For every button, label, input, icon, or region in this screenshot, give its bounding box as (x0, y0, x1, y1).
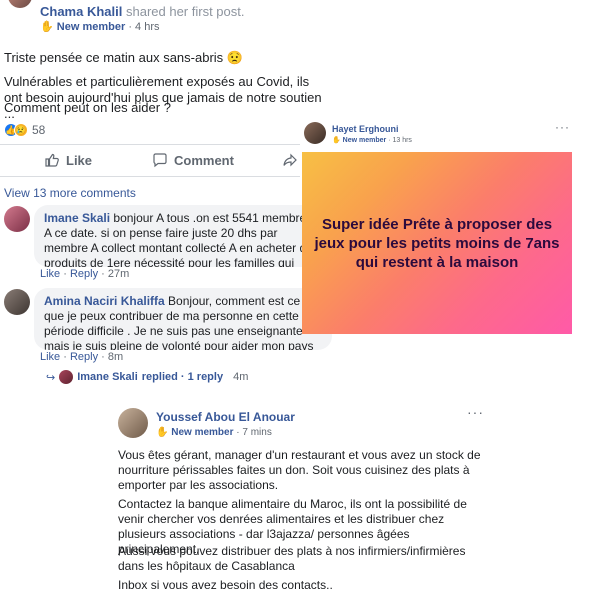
comment-bubble: Imane Skali bonjour A tous .on est 5541 … (34, 205, 332, 267)
timestamp[interactable]: · 13 hrs (388, 137, 412, 144)
reactions-summary[interactable]: 👍 😢 58 (4, 122, 45, 138)
post-paragraph-1: Vous êtes gérant, manager d'un restauran… (118, 448, 481, 492)
post-paragraph-4: Inbox si vous avez besoin des contacts.. (118, 578, 333, 592)
divider (0, 176, 300, 177)
post-text-line-3: Comment peut on les aider ? (4, 100, 171, 115)
reply-arrow-icon: ↪ (46, 371, 56, 384)
post-paragraph-3: Aussi vous pouvez distribuer des plats à… (118, 544, 466, 573)
like-button[interactable]: Like (44, 152, 92, 168)
avatar (59, 370, 74, 384)
divider (0, 144, 300, 145)
wave-icon: ✋ (40, 21, 54, 33)
wave-icon: ✋ (332, 137, 341, 144)
sad-reaction-icon: 😢 (14, 123, 28, 137)
author-name[interactable]: Chama Khalil (40, 4, 122, 19)
timestamp[interactable]: · 4 hrs (128, 21, 159, 33)
share-icon (283, 153, 297, 167)
background-post: Super idée Prête à proposer des jeux pou… (302, 152, 572, 334)
wave-icon: ✋ (156, 427, 169, 438)
share-button[interactable] (282, 152, 298, 168)
post-action-text: shared her first post. (125, 4, 245, 19)
post-text-line-1: Triste pensée ce matin aux sans-abris 😟 (4, 50, 243, 65)
comment-button[interactable]: Comment (152, 152, 234, 168)
reply-time: 4m (233, 371, 249, 383)
author-name[interactable]: Youssef Abou El Anouar (156, 410, 295, 424)
avatar[interactable] (304, 122, 326, 144)
comment-like-link[interactable]: Like (40, 268, 60, 280)
comment-reply-link[interactable]: Reply (70, 351, 98, 363)
reply-author-name[interactable]: Imane Skali (77, 371, 138, 383)
reply-count-link[interactable]: replied · 1 reply (142, 371, 223, 383)
timestamp[interactable]: · 7 mins (236, 427, 272, 438)
comment-bubble: Amina Naciri Khaliffa Bonjour, comment e… (34, 288, 332, 350)
comment-time[interactable]: 8m (108, 351, 123, 363)
avatar[interactable] (4, 206, 30, 232)
more-options-icon[interactable]: ··· (467, 404, 484, 420)
comment-label: Comment (174, 152, 234, 168)
avatar[interactable] (4, 289, 30, 315)
comment-reply-link[interactable]: Reply (70, 268, 98, 280)
member-badge: New member (171, 427, 234, 438)
replies-summary[interactable]: ↪ Imane Skali replied · 1 reply 4m (46, 370, 248, 384)
post-meta: ✋ New member · 13 hrs (332, 136, 412, 144)
author-name[interactable]: Hayet Erghouni (332, 124, 399, 134)
avatar[interactable] (8, 0, 32, 8)
post-youssef: Youssef Abou El Anouar ✋ New member · 7 … (112, 400, 492, 600)
more-options-icon[interactable]: ··· (555, 120, 570, 134)
comment-time[interactable]: 27m (108, 268, 129, 280)
post-meta: ✋ New member · 4 hrs (40, 20, 160, 33)
comment-actions: Like · Reply · 8m (40, 351, 124, 363)
avatar[interactable] (118, 408, 148, 438)
member-badge: New member (342, 137, 387, 144)
post-meta: ✋ New member · 7 mins (156, 427, 272, 438)
like-label: Like (66, 152, 93, 168)
member-badge: New member (56, 21, 126, 33)
comment-like-link[interactable]: Like (40, 351, 60, 363)
reaction-count: 58 (32, 123, 46, 137)
comment-icon (153, 153, 167, 168)
post-header: Chama Khalil shared her first post. (40, 4, 244, 19)
commenter-name[interactable]: Imane Skali (44, 211, 110, 225)
post-hayet: Hayet Erghouni ✋ New member · 13 hrs ···… (302, 118, 572, 334)
thumbs-up-icon (45, 153, 59, 167)
commenter-name[interactable]: Amina Naciri Khaliffa (44, 294, 165, 308)
post-chama: Chama Khalil shared her first post. ✋ Ne… (0, 0, 322, 180)
background-post-text: Super idée Prête à proposer des jeux pou… (314, 215, 560, 271)
comment-actions: Like · Reply · 27m (40, 268, 130, 280)
view-more-comments-link[interactable]: View 13 more comments (4, 186, 136, 200)
